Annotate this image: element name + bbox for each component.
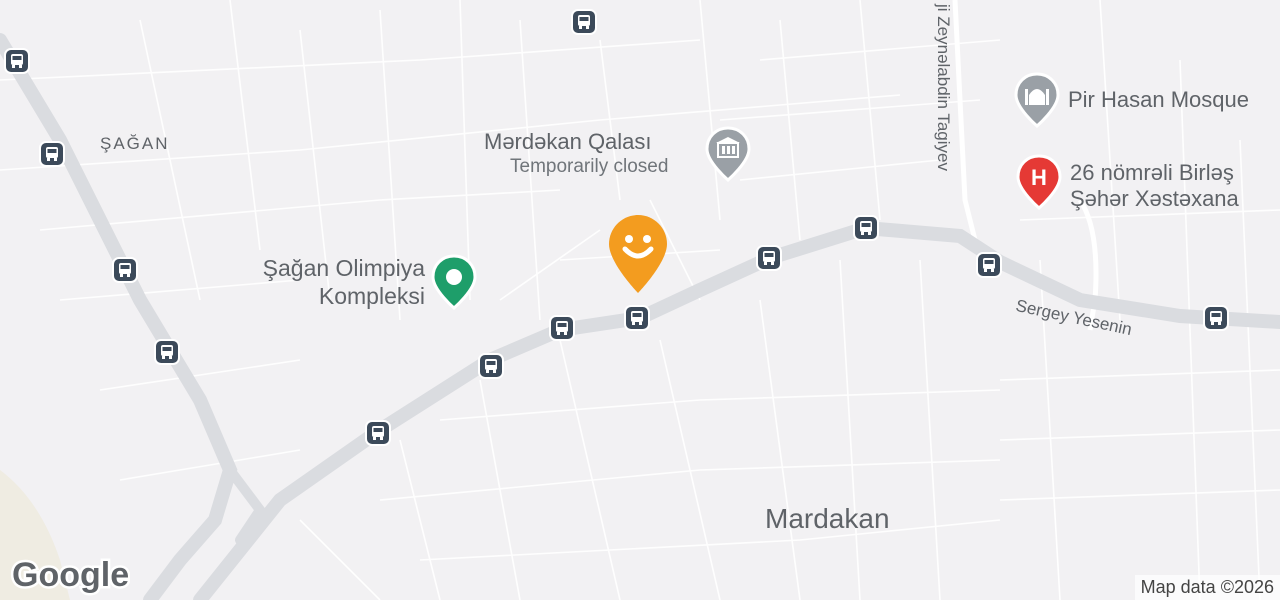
hospital-name-line2: Şəhər Xəstəxana bbox=[1070, 186, 1239, 211]
bus-icon[interactable] bbox=[853, 215, 879, 241]
svg-text:H: H bbox=[1031, 165, 1047, 190]
street-label-tagiyev: ji Zeynəlabdin Tagiyev bbox=[934, 4, 953, 171]
park-name-line1: Şağan Olimpiya bbox=[262, 255, 425, 281]
bus-icon[interactable] bbox=[976, 252, 1002, 278]
museum-icon[interactable] bbox=[705, 126, 751, 187]
bus-icon[interactable] bbox=[549, 315, 575, 341]
google-logo: Google Google bbox=[10, 552, 132, 600]
svg-text:Google: Google bbox=[12, 556, 129, 594]
map-canvas[interactable]: ŞAĞAN Mardakan Sergey Yesenin ji Zeynəla… bbox=[0, 0, 1280, 600]
park-name[interactable]: Şağan Olimpiya Kompleksi bbox=[229, 254, 425, 310]
park-icon[interactable] bbox=[431, 254, 477, 315]
bus-icon[interactable] bbox=[756, 245, 782, 271]
map-attribution[interactable]: Map data ©2026 bbox=[1134, 575, 1280, 600]
bus-icon[interactable] bbox=[478, 353, 504, 379]
bus-icon[interactable] bbox=[112, 257, 138, 283]
hospital-name-line1: 26 nömrəli Birləş bbox=[1070, 160, 1234, 185]
bus-icon[interactable] bbox=[571, 9, 597, 35]
mosque-icon[interactable] bbox=[1014, 72, 1060, 133]
hospital-name[interactable]: 26 nömrəli Birləş Şəhər Xəstəxana bbox=[1070, 160, 1239, 212]
town-label-mardakan: Mardakan bbox=[765, 503, 890, 534]
bus-icon[interactable] bbox=[39, 141, 65, 167]
bus-icon[interactable] bbox=[624, 305, 650, 331]
park-name-line2: Kompleksi bbox=[318, 283, 425, 309]
smiley-icon[interactable] bbox=[607, 213, 669, 300]
mosque-name[interactable]: Pir Hasan Mosque bbox=[1068, 87, 1249, 113]
hospital-icon[interactable]: H bbox=[1016, 154, 1062, 215]
bus-icon[interactable] bbox=[365, 420, 391, 446]
bus-icon[interactable] bbox=[154, 339, 180, 365]
bus-icon[interactable] bbox=[4, 48, 30, 74]
bus-icon[interactable] bbox=[1203, 305, 1229, 331]
museum-status: Temporarily closed bbox=[510, 156, 669, 177]
area-label-sagan: ŞAĞAN bbox=[100, 134, 170, 153]
museum-name[interactable]: Mərdəkan Qalası bbox=[484, 129, 652, 155]
